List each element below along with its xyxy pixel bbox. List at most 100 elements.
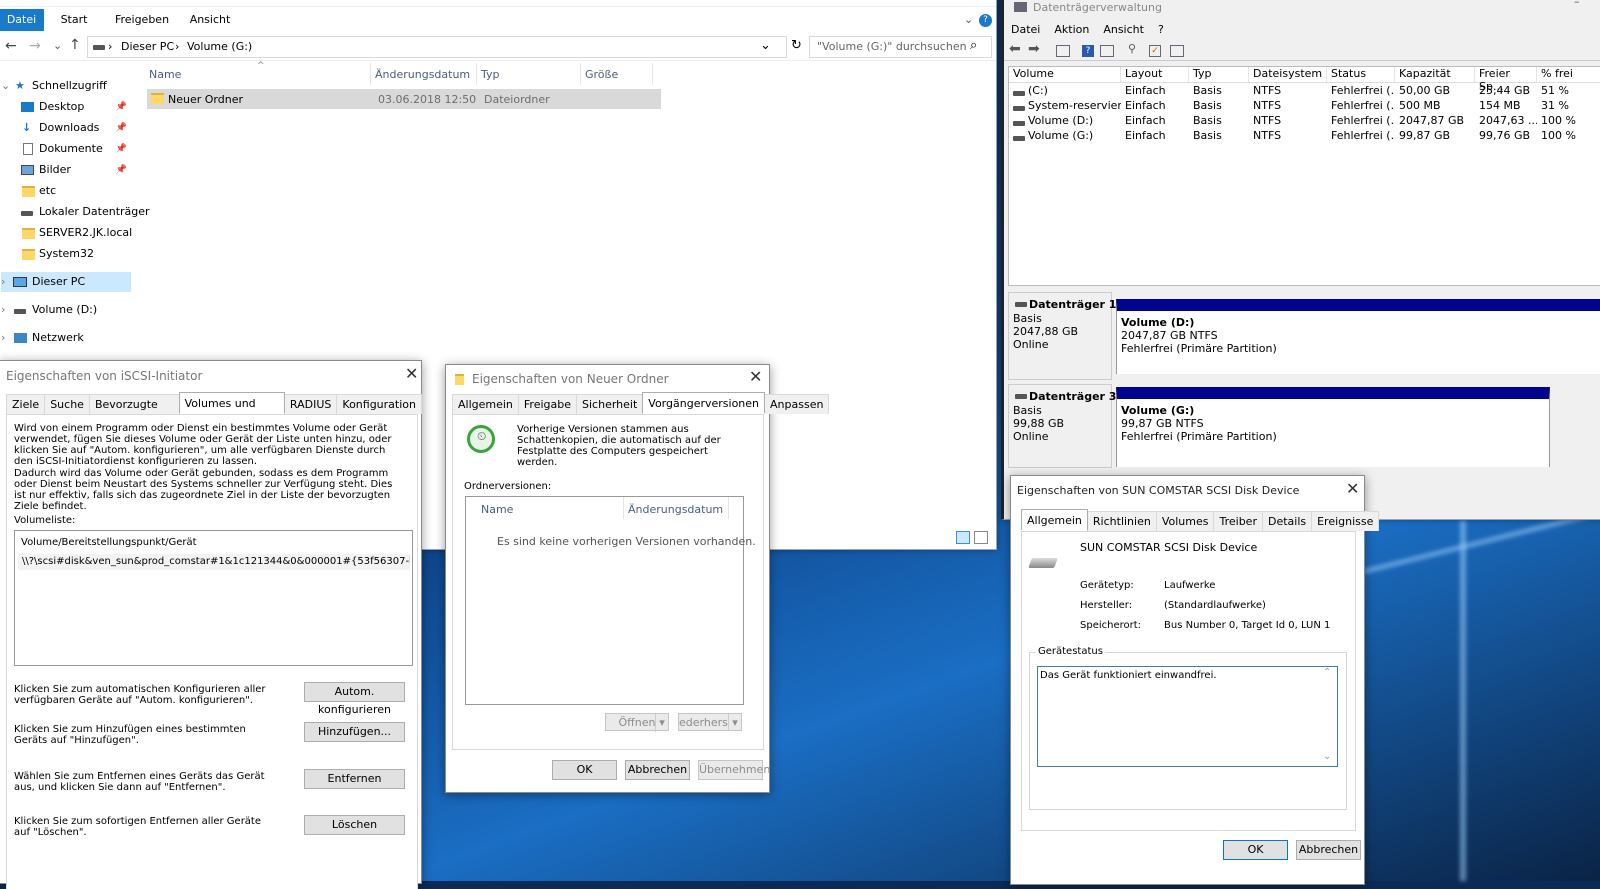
- ribbon-tab-file[interactable]: Datei: [0, 9, 44, 31]
- tab-configuration[interactable]: Konfiguration: [336, 394, 422, 414]
- breadcrumb-volume[interactable]: Volume (G:): [187, 40, 252, 53]
- search-icon[interactable]: ⌕: [970, 38, 977, 53]
- ribbon-expand-icon[interactable]: ⌄: [964, 13, 973, 26]
- apply-button[interactable]: Übernehmen: [698, 760, 770, 780]
- search-input[interactable]: "Volume (G:)" durchsuchen: [817, 40, 967, 53]
- ok-button[interactable]: OK: [552, 760, 617, 780]
- autoconfig-button[interactable]: Autom. konfigurieren: [304, 682, 405, 716]
- scroll-down-icon[interactable]: ⌄: [1323, 751, 1331, 762]
- column-status[interactable]: Status: [1327, 67, 1395, 82]
- versions-list[interactable]: Name Änderungsdatum Es sind keine vorher…: [465, 496, 756, 705]
- minimize-icon[interactable]: –: [1574, 0, 1580, 8]
- close-icon[interactable]: ✕: [405, 364, 418, 383]
- menu-help[interactable]: ?: [1151, 21, 1171, 39]
- pin-icon[interactable]: 📌: [116, 139, 127, 159]
- nav-item-documents[interactable]: Dokumente 📌: [1, 139, 131, 159]
- tab-radius[interactable]: RADIUS: [283, 394, 338, 414]
- nav-item-downloads[interactable]: ↓ Downloads 📌: [1, 118, 131, 138]
- connect-icon[interactable]: ⚲: [1128, 42, 1136, 55]
- tab-discovery[interactable]: Suche: [44, 394, 90, 414]
- help-icon[interactable]: ?: [979, 14, 992, 27]
- column-size[interactable]: Größe: [585, 68, 618, 81]
- check-icon[interactable]: ✓: [1149, 45, 1161, 57]
- tab-targets[interactable]: Ziele: [6, 394, 46, 414]
- menu-ansicht[interactable]: Ansicht: [1096, 21, 1151, 39]
- nav-item-pictures[interactable]: Bilder 📌: [1, 160, 131, 180]
- column-name[interactable]: Name: [481, 503, 513, 516]
- column-type[interactable]: Typ: [1189, 67, 1249, 82]
- nav-item-server2[interactable]: SERVER2.JK.local: [1, 223, 132, 243]
- nav-item-system32[interactable]: System32: [1, 244, 131, 264]
- tab-events[interactable]: Ereignisse: [1311, 511, 1380, 531]
- list-view-icon[interactable]: [1100, 45, 1114, 57]
- column-date[interactable]: Änderungsdatum: [628, 503, 723, 516]
- open-button[interactable]: Öffnen ▾: [605, 713, 669, 732]
- nav-item-network[interactable]: › Netzwerk: [1, 328, 131, 348]
- status-textbox[interactable]: Das Gerät funktioniert einwandfrei. ⌃ ⌄: [1037, 666, 1338, 767]
- properties-icon[interactable]: [1170, 45, 1184, 57]
- restore-button[interactable]: ederherstell ▾: [678, 713, 742, 731]
- tiles-view-icon[interactable]: [974, 531, 988, 544]
- table-row[interactable]: System-reserviert Einfach Basis NTFS Fehlerf…: [1009, 99, 1600, 114]
- back-icon[interactable]: ⬅: [1009, 41, 1021, 57]
- address-dropdown-icon[interactable]: ⌄: [760, 38, 771, 53]
- tab-favorites[interactable]: Bevorzugte Ziele: [88, 394, 180, 430]
- dropdown-arrow-icon[interactable]: ▾: [728, 714, 741, 730]
- tab-customize[interactable]: Anpassen: [764, 394, 830, 414]
- tab-volumes-devices[interactable]: Volumes und Geräte: [178, 392, 285, 431]
- partition-g[interactable]: Volume (G:) 99,87 GB NTFS Fehlerfrei (Pr…: [1116, 387, 1550, 467]
- nav-item-this-pc[interactable]: › Dieser PC: [1, 272, 131, 292]
- back-icon[interactable]: ←: [5, 38, 17, 54]
- table-row[interactable]: (C:) Einfach Basis NTFS Fehlerfrei (... 50,00…: [1009, 84, 1600, 99]
- scroll-up-icon[interactable]: ⌃: [1323, 667, 1331, 678]
- ribbon-tab-share[interactable]: Freigeben: [104, 9, 180, 31]
- list-item[interactable]: \\?\scsi#disk&ven_sun&prod_comstar#1&1c1…: [18, 554, 410, 570]
- close-icon[interactable]: ✕: [1346, 479, 1359, 498]
- cancel-button[interactable]: Abbrechen: [1296, 840, 1361, 860]
- ok-button[interactable]: OK: [1223, 840, 1288, 860]
- table-row[interactable]: Volume (G:) Einfach Basis NTFS Fehlerfrei (.…: [1009, 129, 1600, 144]
- column-free[interactable]: Freier Sp...: [1475, 67, 1537, 93]
- search-box[interactable]: "Volume (G:)" durchsuchen ⌕: [809, 36, 992, 58]
- up-icon[interactable]: ↑: [69, 37, 81, 53]
- column-capacity[interactable]: Kapazität: [1395, 67, 1475, 82]
- nav-item-quick-access[interactable]: ⌄ ★ Schnellzugriff: [1, 76, 131, 96]
- pin-icon[interactable]: 📌: [116, 160, 127, 180]
- nav-item-etc[interactable]: etc: [1, 181, 131, 201]
- breadcrumb-this-pc[interactable]: Dieser PC: [121, 40, 174, 53]
- console-tree-icon[interactable]: [1056, 45, 1070, 57]
- pin-icon[interactable]: 📌: [116, 118, 127, 138]
- column-volume[interactable]: Volume: [1009, 67, 1121, 82]
- pin-icon[interactable]: 📌: [116, 97, 127, 117]
- cancel-button[interactable]: Abbrechen: [625, 760, 690, 780]
- tab-general[interactable]: Allgemein: [452, 394, 519, 414]
- details-view-icon[interactable]: [956, 531, 970, 544]
- tab-driver[interactable]: Treiber: [1213, 511, 1263, 531]
- menu-datei[interactable]: Datei: [1004, 21, 1047, 39]
- remove-button[interactable]: Entfernen: [304, 769, 405, 789]
- add-button[interactable]: Hinzufügen...: [304, 722, 405, 742]
- column-fs[interactable]: Dateisystem: [1249, 67, 1327, 82]
- column-layout[interactable]: Layout: [1121, 67, 1189, 82]
- tab-general[interactable]: Allgemein: [1021, 509, 1088, 530]
- ribbon-tab-start[interactable]: Start: [44, 9, 104, 31]
- tab-volumes[interactable]: Volumes: [1155, 511, 1215, 531]
- volume-list[interactable]: Volume/Bereitstellungspunkt/Gerät \\?\sc…: [14, 530, 413, 666]
- close-icon[interactable]: ✕: [749, 367, 762, 386]
- nav-item-volume-d[interactable]: › Volume (D:): [1, 300, 131, 320]
- table-row[interactable]: Neuer Ordner 03.06.2018 12:50 Dateiordne…: [147, 89, 661, 109]
- nav-item-desktop[interactable]: Desktop 📌: [1, 97, 131, 117]
- tab-previous-versions[interactable]: Vorgängerversionen: [642, 392, 766, 413]
- partition-d[interactable]: Volume (D:) 2047,87 GB NTFS Fehlerfrei (…: [1116, 299, 1600, 374]
- tab-security[interactable]: Sicherheit: [576, 394, 644, 414]
- table-row[interactable]: Volume (D:) Einfach Basis NTFS Fehlerfrei (.…: [1009, 114, 1600, 129]
- address-bar[interactable]: › Dieser PC › Volume (G:) ⌄: [87, 36, 787, 58]
- column-date[interactable]: Änderungsdatum: [375, 68, 470, 81]
- disk-3[interactable]: Datenträger 3 Basis 99,88 GB Online Volu…: [1008, 384, 1600, 472]
- tab-sharing[interactable]: Freigabe: [517, 394, 578, 414]
- forward-icon[interactable]: ➡: [1028, 41, 1040, 57]
- refresh-icon[interactable]: ↻: [791, 38, 802, 53]
- help-icon[interactable]: ?: [1082, 45, 1094, 57]
- tab-policies[interactable]: Richtlinien: [1086, 511, 1157, 531]
- nav-item-local-disk[interactable]: Lokaler Datenträger: [1, 202, 150, 222]
